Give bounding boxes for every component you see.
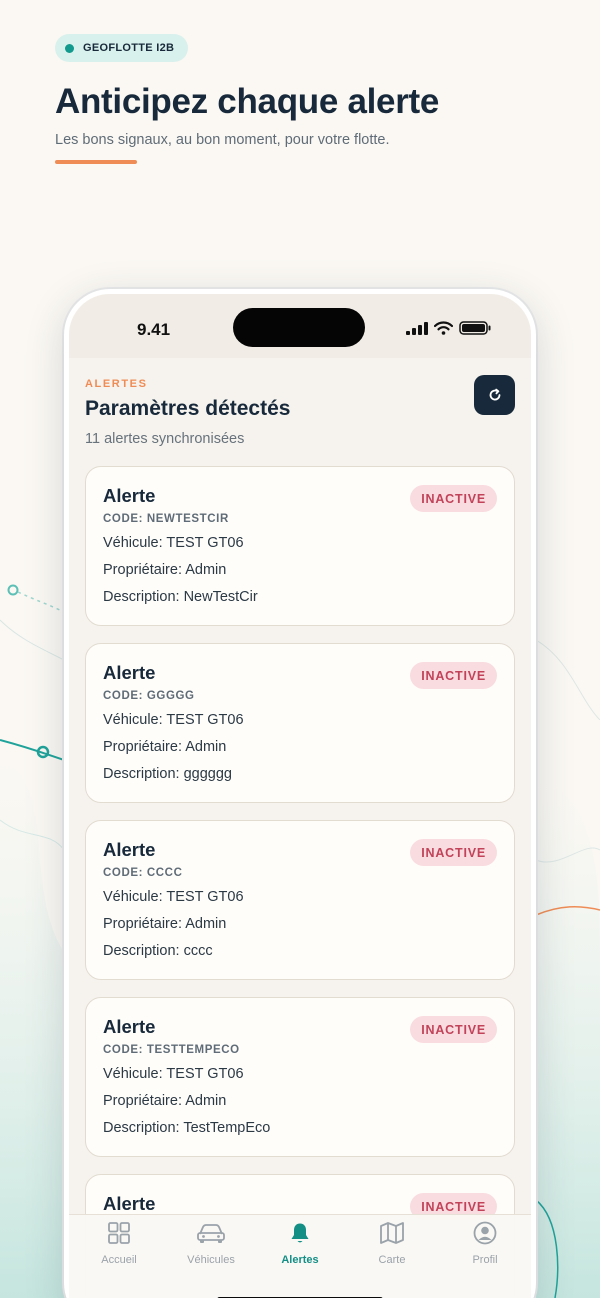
refresh-icon [489,388,500,401]
status-bar: 9.41 [69,294,531,358]
alert-code: CODE: TESTTEMPECO [103,1044,240,1056]
wifi-icon [434,321,453,335]
alert-description: Description: TestTempEco [103,1120,271,1136]
hero-title: Anticipez chaque alerte [55,82,440,121]
alert-title: Alerte [103,485,156,506]
car-icon [197,1224,225,1243]
alert-title: Alerte [103,839,156,860]
alert-title: Alerte [103,1193,156,1214]
alert-owner: Propriétaire: Admin [103,916,227,932]
tab-label: Accueil [101,1254,137,1266]
status-badge: INACTIVE [410,662,497,689]
tab-carte[interactable]: Carte [346,1221,438,1266]
alert-owner: Propriétaire: Admin [103,562,227,578]
tab-label: Profil [472,1254,498,1266]
tab-vehicules[interactable]: Véhicules [165,1221,257,1266]
alert-vehicle: Véhicule: TEST GT06 [103,712,244,728]
hero-accent-underline [55,160,137,164]
brand-badge: GEOFLOTTE I2B [55,34,189,62]
battery-icon [459,321,491,335]
phone-frame: 9.41 ALERTES Paramètres détectés 11 aler… [64,289,536,1298]
alert-owner: Propriétaire: Admin [103,739,227,755]
status-badge: INACTIVE [410,839,497,866]
page-title: Paramètres détectés [85,397,291,420]
alert-card[interactable]: Alerte INACTIVE CODE: CCCC Véhicule: TES… [85,820,515,980]
alert-description: Description: gggggg [103,766,232,782]
section-kicker: ALERTES [85,378,148,390]
alert-card[interactable]: Alerte INACTIVE CODE: GGGGG Véhicule: TE… [85,643,515,803]
user-icon [473,1221,497,1245]
bell-icon [291,1223,309,1243]
phone-screen: 9.41 ALERTES Paramètres détectés 11 aler… [69,294,531,1298]
tab-label: Véhicules [187,1254,235,1266]
alert-description: Description: NewTestCir [103,589,258,605]
status-badge: INACTIVE [410,1016,497,1043]
alert-title: Alerte [103,1016,156,1037]
alert-description: Description: cccc [103,943,213,959]
map-icon [380,1222,404,1244]
alert-code: CODE: CCCC [103,867,183,879]
dynamic-island [233,308,365,347]
status-time: 9.41 [137,320,171,339]
tab-profil[interactable]: Profil [439,1221,531,1266]
alert-owner: Propriétaire: Admin [103,1093,227,1109]
grid-icon [108,1222,130,1244]
brand-badge-label: GEOFLOTTE I2B [83,42,175,54]
alert-code: CODE: NEWTESTCIR [103,513,229,525]
tab-alertes[interactable]: Alertes [254,1221,346,1266]
status-icons [406,321,491,335]
status-dot-icon [65,43,74,53]
hero-subtitle: Les bons signaux, au bon moment, pour vo… [55,132,390,148]
signal-icon [406,321,428,335]
tab-accueil[interactable]: Accueil [73,1221,165,1266]
tab-label: Alertes [281,1254,319,1266]
bottom-tab-bar: Accueil Véhicules Alertes Carte Profil [69,1214,531,1298]
alert-vehicle: Véhicule: TEST GT06 [103,535,244,551]
status-badge: INACTIVE [410,485,497,512]
alert-card[interactable]: Alerte INACTIVE CODE: TESTTEMPECO Véhicu… [85,997,515,1157]
alert-title: Alerte [103,662,156,683]
alert-card[interactable]: Alerte INACTIVE CODE: NEWTESTCIR Véhicul… [85,466,515,626]
alert-count: 11 alertes synchronisées [85,431,245,447]
tab-label: Carte [378,1254,406,1266]
alert-code: CODE: GGGGG [103,690,195,702]
hero-section: GEOFLOTTE I2B Anticipez chaque alerte Le… [55,34,555,164]
alert-vehicle: Véhicule: TEST GT06 [103,1066,244,1082]
refresh-button[interactable] [474,375,515,415]
alert-vehicle: Véhicule: TEST GT06 [103,889,244,905]
